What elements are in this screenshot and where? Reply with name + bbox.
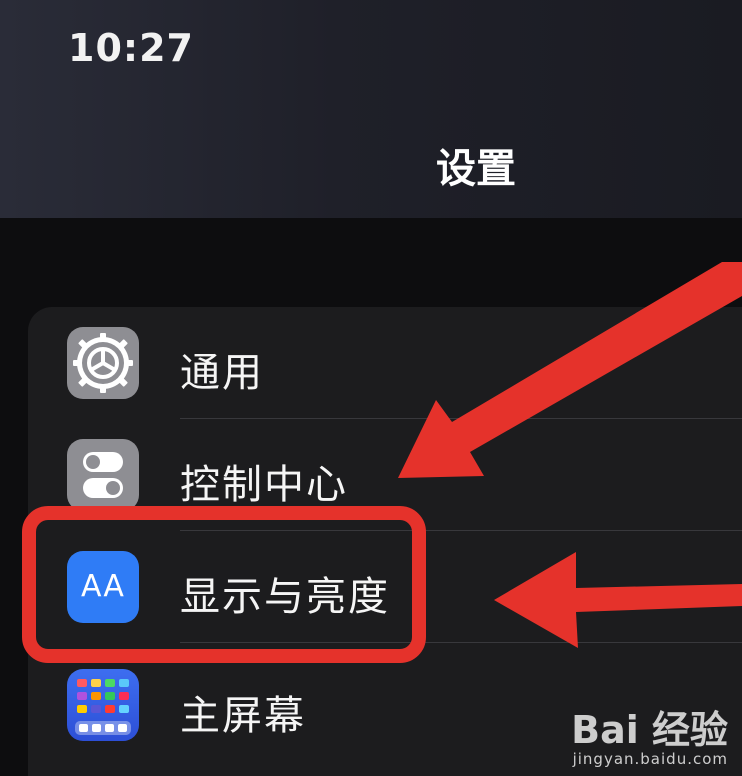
annotation-arrows [398, 262, 742, 648]
baidu-jingyan-watermark: Bai 经验 jingyan.baidu.com [571, 710, 728, 768]
watermark-logo: Bai 经验 [571, 708, 728, 752]
watermark-url: jingyan.baidu.com [572, 750, 728, 768]
arrow-to-control-center [398, 262, 742, 478]
arrow-to-display-brightness [494, 552, 742, 648]
phone-screen: 10:27 设置 通用 控制中心 AA 显示与亮度 主屏幕 Bai 经验 jin… [0, 0, 742, 776]
